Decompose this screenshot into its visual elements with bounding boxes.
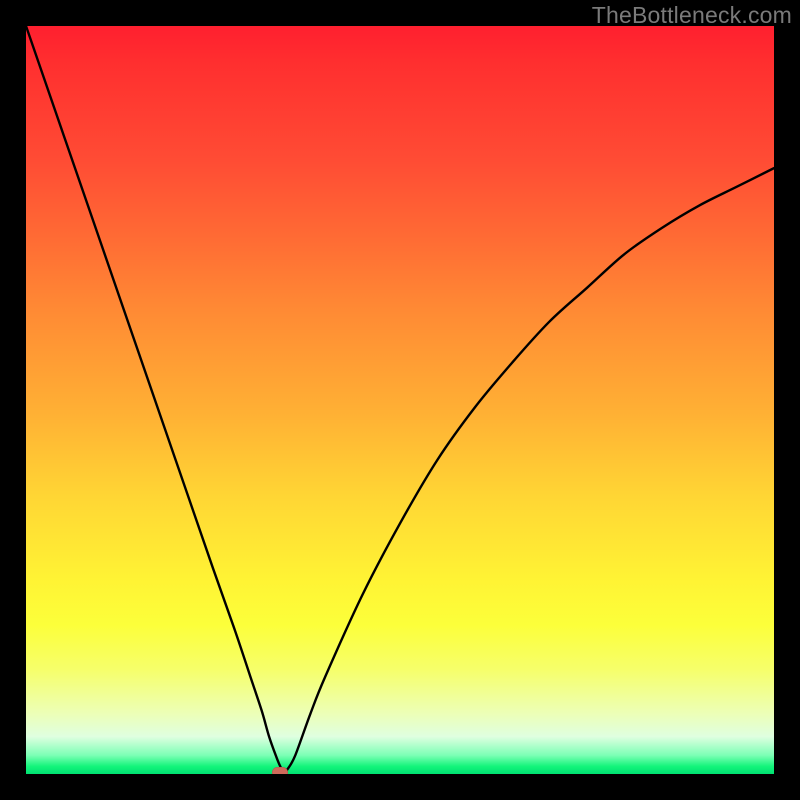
bottleneck-curve-path <box>26 26 774 773</box>
plot-area <box>26 26 774 774</box>
watermark-text: TheBottleneck.com <box>592 2 792 29</box>
min-marker <box>272 767 288 774</box>
chart-frame: TheBottleneck.com <box>0 0 800 800</box>
curve-svg <box>26 26 774 774</box>
